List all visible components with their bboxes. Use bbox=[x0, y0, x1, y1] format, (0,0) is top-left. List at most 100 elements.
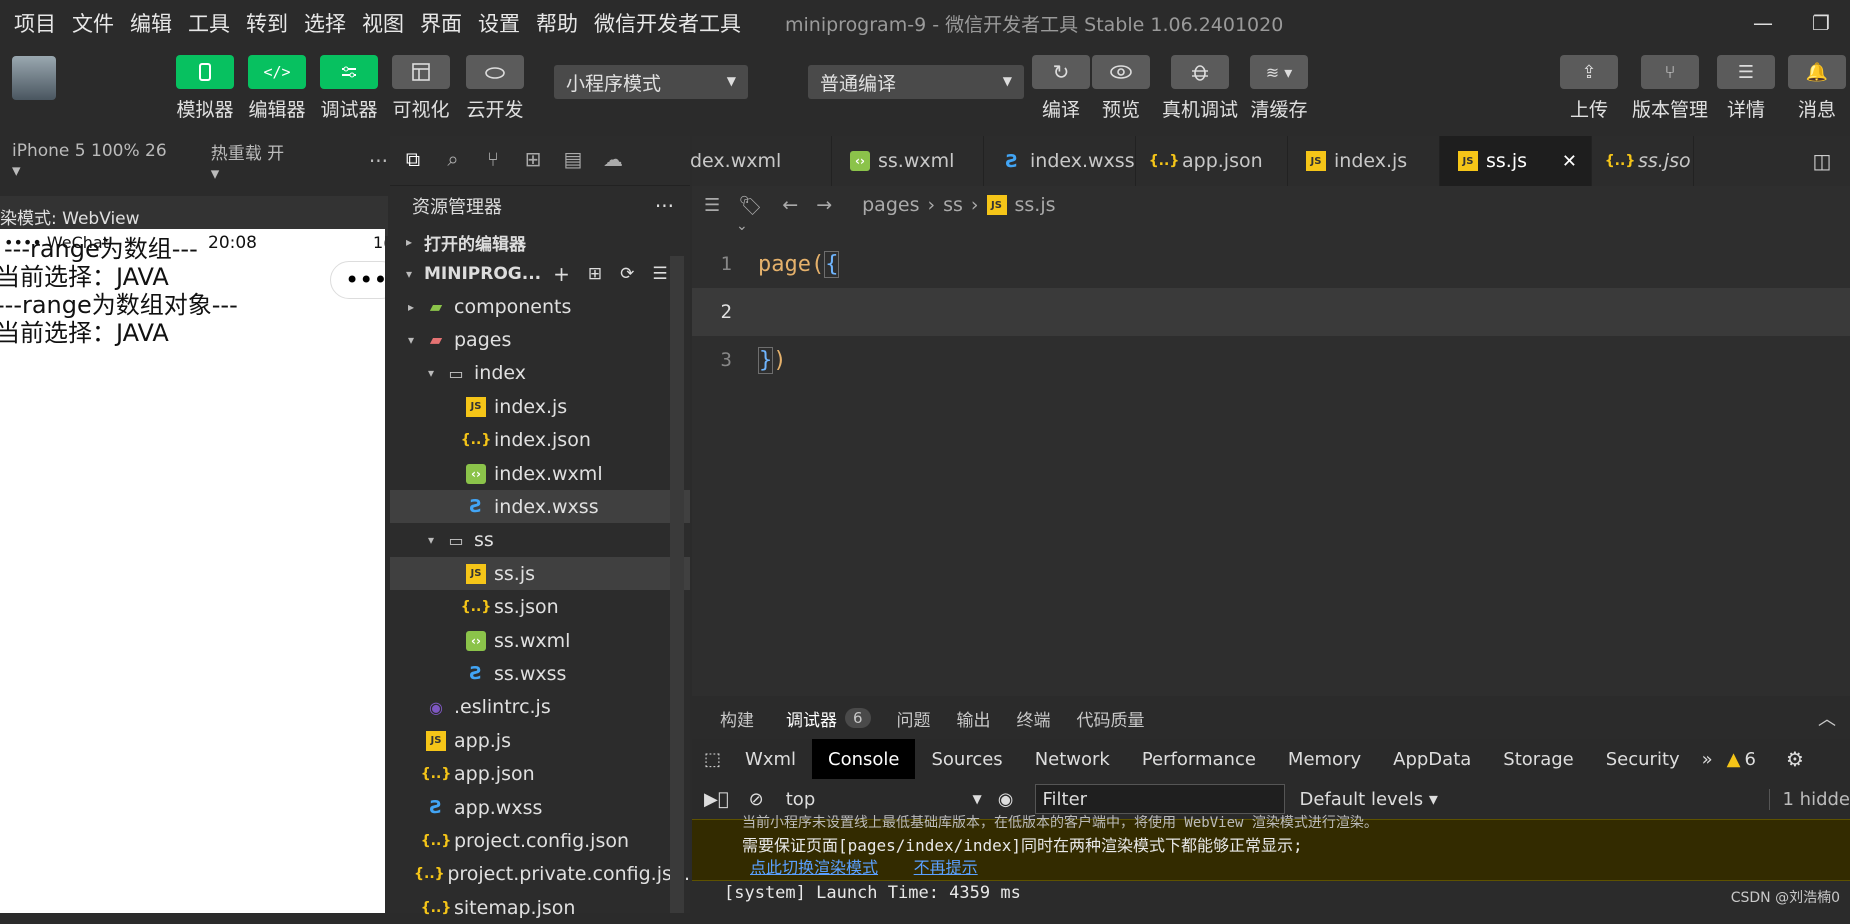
tree-item[interactable]: JS index.js bbox=[390, 390, 690, 423]
search-icon[interactable]: ⌕ bbox=[438, 144, 468, 174]
split-editor-icon[interactable]: ◫ bbox=[1794, 136, 1850, 186]
explorer-more-icon[interactable]: ··· bbox=[655, 194, 674, 218]
bookmark-icon[interactable]: 🏷 bbox=[738, 194, 762, 217]
new-file-icon[interactable]: + bbox=[553, 262, 570, 286]
tree-item[interactable]: ▾ ▭ ss bbox=[390, 524, 690, 557]
editor-tab[interactable]: JS index.js bbox=[1288, 136, 1440, 186]
details-button[interactable]: ☰ 详情 bbox=[1717, 55, 1775, 122]
tab-terminal[interactable]: 终端 bbox=[1017, 706, 1051, 731]
tab-output[interactable]: 输出 bbox=[957, 706, 991, 731]
breadcrumb-ss[interactable]: ss bbox=[943, 194, 963, 216]
tree-item[interactable]: ▾ ▭ index bbox=[390, 357, 690, 390]
sidebar-toggle-icon[interactable]: ▶⃞ bbox=[704, 789, 729, 810]
tab-debugger[interactable]: 调试器 bbox=[786, 706, 837, 731]
dismiss-link[interactable]: 不再提示 bbox=[914, 858, 978, 877]
device-debug-button[interactable]: 真机调试 bbox=[1162, 55, 1238, 122]
editor-tab[interactable]: Ƨindex.wxss bbox=[984, 136, 1136, 186]
messages-button[interactable]: 🔔 消息 bbox=[1788, 55, 1846, 122]
filter-input[interactable]: Filter bbox=[1035, 784, 1286, 814]
git-icon[interactable]: ⑂ bbox=[478, 144, 508, 174]
chevron-down-icon[interactable]: ▾ bbox=[422, 533, 440, 547]
editor-tab[interactable]: {..} app.json bbox=[1136, 136, 1288, 186]
code-line-1[interactable]: 1 page( { bbox=[692, 240, 1850, 288]
back-icon[interactable]: ← bbox=[782, 194, 798, 216]
refresh-icon[interactable]: ⟳ bbox=[620, 264, 634, 284]
fold-icon[interactable]: ⌄ bbox=[736, 218, 748, 234]
chevron-down-icon[interactable]: ▾ bbox=[422, 366, 440, 380]
preview-button[interactable]: 预览 bbox=[1092, 55, 1150, 122]
chevron-up-icon[interactable]: ︿ bbox=[1818, 705, 1836, 731]
scrollbar[interactable] bbox=[670, 256, 684, 913]
tree-item[interactable]: ‹› index.wxml bbox=[390, 457, 690, 490]
clear-console-icon[interactable]: ⊘ bbox=[749, 789, 764, 810]
chevron-right-icon[interactable]: ▸ bbox=[402, 300, 420, 314]
devtab-wxml[interactable]: Wxml bbox=[729, 739, 812, 779]
menu-select[interactable]: 选择 bbox=[296, 8, 354, 38]
tree-item[interactable]: JS ss.js bbox=[390, 557, 690, 591]
editor-tab[interactable]: ‹› ss.wxml bbox=[832, 136, 984, 186]
project-section[interactable]: ▾ MINIPROG... + ⊞ ⟳ ☰ bbox=[390, 258, 690, 290]
docker-icon[interactable]: ☁ bbox=[598, 144, 628, 174]
breadcrumb-file[interactable]: ss.js bbox=[1015, 194, 1056, 216]
menu-view[interactable]: 视图 bbox=[354, 8, 412, 38]
upload-button[interactable]: ⇪ 上传 bbox=[1560, 55, 1618, 122]
new-folder-icon[interactable]: ⊞ bbox=[588, 264, 602, 284]
outline-icon[interactable]: ▤ bbox=[558, 144, 588, 174]
devtab-appdata[interactable]: AppData bbox=[1377, 739, 1487, 779]
warning-count[interactable]: 6 bbox=[1745, 749, 1756, 770]
context-select[interactable]: top ▼ bbox=[786, 789, 982, 810]
menu-goto[interactable]: 转到 bbox=[238, 8, 296, 38]
tree-item[interactable]: {..} ss.json bbox=[390, 591, 690, 624]
device-select[interactable]: iPhone 5 100% 26 ▾ bbox=[12, 141, 171, 181]
collapse-icon[interactable]: ☰ bbox=[652, 264, 667, 284]
tree-item[interactable]: {..} index.json bbox=[390, 424, 690, 457]
mode-select[interactable]: 小程序模式 ▼ bbox=[554, 65, 748, 99]
more-tabs-icon[interactable]: » bbox=[1702, 749, 1713, 770]
code-line-2[interactable]: 2 bbox=[692, 288, 1850, 336]
devtab-console[interactable]: Console bbox=[812, 739, 916, 779]
tree-item[interactable]: {..} sitemap.json bbox=[390, 891, 690, 924]
menu-help[interactable]: 帮助 bbox=[528, 8, 586, 38]
tree-item[interactable]: Ƨapp.wxss bbox=[390, 791, 690, 824]
editor-tab[interactable]: dex.wxml bbox=[682, 136, 832, 186]
tree-item[interactable]: {..} project.config.json bbox=[390, 824, 690, 857]
devtab-security[interactable]: Security bbox=[1590, 739, 1696, 779]
chevron-down-icon[interactable]: ▾ bbox=[402, 333, 420, 347]
menu-wechat-devtools[interactable]: 微信开发者工具 bbox=[586, 8, 749, 38]
levels-select[interactable]: Default levels ▾ bbox=[1299, 789, 1437, 810]
tree-item[interactable]: {..} project.private.config.js... bbox=[390, 858, 690, 891]
menu-project[interactable]: 项目 bbox=[6, 8, 64, 38]
tree-item[interactable]: ◉ .eslintrc.js bbox=[390, 691, 690, 724]
menu-tools[interactable]: 工具 bbox=[180, 8, 238, 38]
devtab-performance[interactable]: Performance bbox=[1126, 739, 1272, 779]
simulator-button[interactable]: 模拟器 bbox=[176, 55, 234, 122]
devtab-sources[interactable]: Sources bbox=[915, 739, 1018, 779]
switch-render-link[interactable]: 点此切换渲染模式 bbox=[750, 858, 878, 877]
files-icon[interactable]: ⧉ bbox=[398, 144, 428, 174]
avatar[interactable] bbox=[12, 56, 56, 100]
eye-icon[interactable]: ◉ bbox=[998, 789, 1014, 810]
devtab-memory[interactable]: Memory bbox=[1272, 739, 1377, 779]
tree-item[interactable]: Ƨss.wxss bbox=[390, 657, 690, 690]
capsule-button[interactable]: ••• bbox=[330, 261, 385, 299]
tree-item[interactable]: ▸ ▰ components bbox=[390, 290, 690, 323]
compile-select[interactable]: 普通编译 ▼ bbox=[808, 65, 1024, 99]
editor-button[interactable]: </> 编辑器 bbox=[248, 55, 306, 122]
open-editors-section[interactable]: ▸ 打开的编辑器 bbox=[390, 226, 690, 258]
tree-item[interactable]: Ƨindex.wxss bbox=[390, 490, 690, 524]
tab-build[interactable]: 构建 bbox=[720, 706, 754, 731]
clear-cache-button[interactable]: ≋ ▾ 清缓存 bbox=[1250, 55, 1308, 122]
tree-item[interactable]: {..} app.json bbox=[390, 758, 690, 791]
version-button[interactable]: ⑂ 版本管理 bbox=[1632, 55, 1708, 122]
editor-tab[interactable]: JS ss.js ✕ bbox=[1440, 136, 1592, 186]
more-icon[interactable]: ··· bbox=[369, 149, 388, 173]
compile-button[interactable]: ↻ 编译 bbox=[1032, 55, 1090, 122]
tab-code-quality[interactable]: 代码质量 bbox=[1077, 706, 1145, 731]
menu-interface[interactable]: 界面 bbox=[412, 8, 470, 38]
menu-file[interactable]: 文件 bbox=[64, 8, 122, 38]
gear-icon[interactable]: ⚙ bbox=[1786, 747, 1804, 771]
tree-item[interactable]: ▾ ▰ pages bbox=[390, 323, 690, 356]
tab-problems[interactable]: 问题 bbox=[897, 706, 931, 731]
extensions-icon[interactable]: ⊞ bbox=[518, 144, 548, 174]
forward-icon[interactable]: → bbox=[816, 194, 832, 216]
